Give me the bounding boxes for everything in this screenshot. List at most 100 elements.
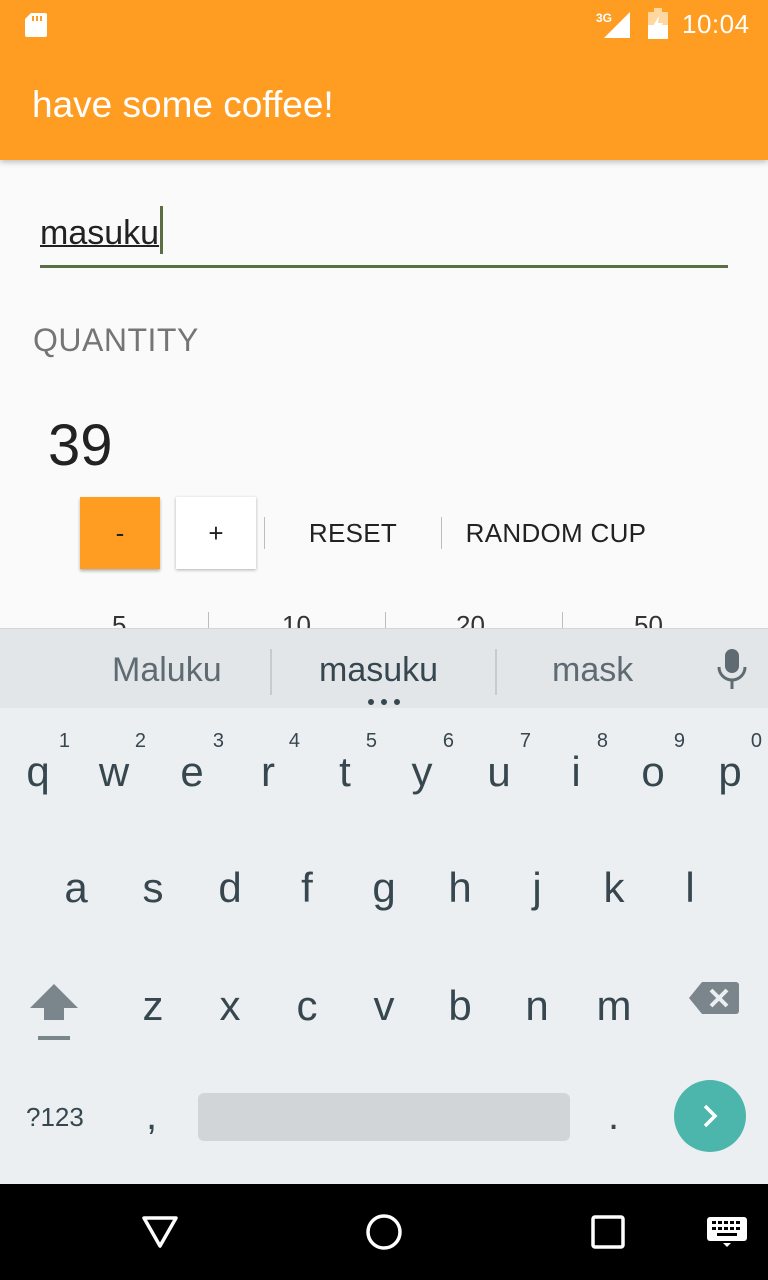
app-bar: 3G 10:04 have some coffee! [0, 0, 768, 160]
key-label: u [487, 748, 511, 795]
key-label: y [411, 748, 433, 795]
key-label: k [603, 864, 625, 911]
key-j[interactable]: j [499, 834, 575, 934]
key-label: a [64, 864, 88, 911]
key-n[interactable]: n [499, 952, 575, 1052]
more-suggestions-icon [368, 699, 400, 705]
preset-20-button[interactable]: 20 [456, 610, 485, 628]
key-label: h [448, 864, 472, 911]
key-d[interactable]: d [192, 834, 268, 934]
key-label: t [339, 748, 351, 795]
name-input-value[interactable]: masuku [40, 214, 159, 252]
key-label: z [142, 982, 164, 1029]
key-l[interactable]: l [652, 834, 728, 934]
go-key[interactable] [674, 1080, 746, 1152]
key-label: m [596, 982, 632, 1029]
network-type-label: 3G [596, 11, 612, 25]
signal-icon: 3G [596, 11, 630, 38]
key-label: q [26, 748, 50, 795]
random-cup-button[interactable]: RANDOM CUP [446, 497, 666, 569]
preset-10-button[interactable]: 10 [282, 610, 311, 628]
key-label: p [718, 748, 742, 795]
reset-button[interactable]: RESET [270, 497, 436, 569]
microphone-icon[interactable] [714, 647, 750, 691]
decrement-button[interactable]: - [80, 497, 160, 569]
key-w[interactable]: 2w [76, 718, 152, 818]
suggestion-strip: Maluku masuku mask [0, 628, 768, 708]
key-label: l [685, 864, 695, 911]
main-content: masuku QUANTITY 39 - + RESET RANDOM CUP … [0, 160, 768, 628]
text-caret [160, 206, 164, 254]
name-input[interactable]: masuku [40, 206, 728, 268]
key-x[interactable]: x [192, 952, 268, 1052]
key-p[interactable]: 0p [692, 718, 768, 818]
key-label: b [448, 982, 472, 1029]
suggestion-item[interactable]: masuku [319, 651, 438, 690]
key-c[interactable]: c [269, 952, 345, 1052]
navigation-bar [0, 1184, 768, 1280]
soft-keyboard: Maluku masuku mask 1q 2w 3e 4r 5t 6y 7u … [0, 628, 768, 1184]
key-label: e [180, 748, 204, 795]
recents-icon[interactable] [588, 1212, 628, 1252]
key-v[interactable]: v [346, 952, 422, 1052]
key-label: f [301, 864, 313, 911]
suggestion-divider [270, 649, 272, 695]
button-divider [441, 517, 442, 549]
key-label: x [219, 982, 241, 1029]
key-z[interactable]: z [115, 952, 191, 1052]
back-icon[interactable] [140, 1212, 180, 1252]
preset-divider [385, 612, 386, 628]
key-label: r [261, 748, 275, 795]
key-m[interactable]: m [576, 952, 652, 1052]
key-y[interactable]: 6y [384, 718, 460, 818]
key-r[interactable]: 4r [230, 718, 306, 818]
key-o[interactable]: 9o [615, 718, 691, 818]
key-i[interactable]: 8i [538, 718, 614, 818]
key-label: v [373, 982, 395, 1029]
key-f[interactable]: f [269, 834, 345, 934]
key-label: g [372, 864, 396, 911]
quantity-value: 39 [48, 413, 113, 478]
preset-divider [208, 612, 209, 628]
preset-5-button[interactable]: 5 [112, 610, 126, 628]
status-clock: 10:04 [682, 9, 750, 39]
increment-button[interactable]: + [176, 497, 256, 569]
key-label: w [98, 748, 130, 795]
key-s[interactable]: s [115, 834, 191, 934]
key-g[interactable]: g [346, 834, 422, 934]
keyboard-switch-icon[interactable] [706, 1216, 748, 1248]
key-label: i [571, 748, 581, 795]
home-icon[interactable] [364, 1212, 404, 1252]
backspace-icon[interactable] [688, 980, 740, 1016]
key-k[interactable]: k [576, 834, 652, 934]
key-e[interactable]: 3e [154, 718, 230, 818]
suggestion-item[interactable]: Maluku [112, 651, 222, 690]
preset-row: 5 10 20 50 [0, 610, 768, 628]
shift-icon[interactable] [26, 980, 82, 1042]
key-h[interactable]: h [422, 834, 498, 934]
key-label: c [296, 982, 318, 1029]
comma-key[interactable]: , [146, 1094, 157, 1139]
preset-divider [562, 612, 563, 628]
symbols-key[interactable]: ?123 [26, 1102, 84, 1133]
suggestion-divider [495, 649, 497, 695]
quantity-label: QUANTITY [33, 322, 199, 358]
space-key[interactable] [198, 1093, 570, 1141]
key-label: d [218, 864, 242, 911]
chevron-right-icon [703, 1104, 718, 1128]
key-u[interactable]: 7u [461, 718, 537, 818]
key-b[interactable]: b [422, 952, 498, 1052]
key-q[interactable]: 1q [0, 718, 76, 818]
sd-card-icon [25, 13, 47, 37]
suggestion-item[interactable]: mask [552, 651, 633, 690]
preset-50-button[interactable]: 50 [634, 610, 663, 628]
key-label: s [142, 864, 164, 911]
key-a[interactable]: a [38, 834, 114, 934]
key-t[interactable]: 5t [307, 718, 383, 818]
key-label: n [525, 982, 549, 1029]
key-label: o [641, 748, 665, 795]
button-divider [264, 517, 265, 549]
battery-icon [648, 8, 668, 39]
period-key[interactable]: . [608, 1094, 619, 1139]
key-label: j [532, 864, 542, 911]
